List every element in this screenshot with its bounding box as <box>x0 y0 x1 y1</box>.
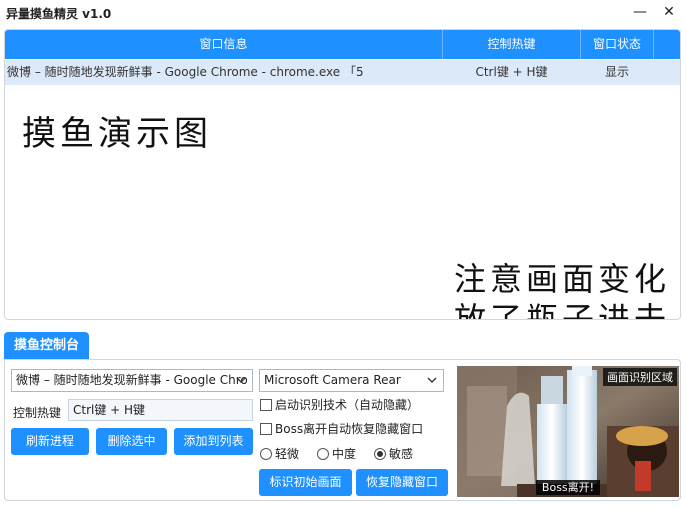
refresh-process-button[interactable]: 刷新进程 <box>11 428 89 455</box>
app-window: 异量摸鱼精灵 v1.0 — ✕ 窗口信息 控制热键 窗口状态 微博 – 随时随地… <box>0 0 686 507</box>
column-header-status[interactable]: 窗口状态 <box>581 30 653 59</box>
table-header: 窗口信息 控制热键 窗口状态 <box>5 30 680 59</box>
preview-area-label: 画面识别区域 <box>603 368 677 386</box>
sensitivity-radio-sensitive[interactable]: 敏感 <box>374 445 413 463</box>
demo-title: 摸鱼演示图 <box>22 114 212 154</box>
chevron-down-icon <box>234 370 248 391</box>
cell-window-info: 微博 – 随时随地发现新鲜事 - Google Chrome - chrome.… <box>7 65 364 79</box>
hotkey-label: 控制热键 <box>13 406 62 420</box>
sensitivity-light-label: 轻微 <box>275 447 300 461</box>
sensitivity-sensitive-label: 敏感 <box>389 447 414 461</box>
restore-hidden-window-button[interactable]: 恢复隐藏窗口 <box>356 469 448 496</box>
column-header-hotkey[interactable]: 控制热键 <box>443 30 580 59</box>
boss-leave-restore-checkbox[interactable]: Boss离开自动恢复隐藏窗口 <box>260 420 423 438</box>
close-button[interactable]: ✕ <box>658 2 680 22</box>
cell-status: 显示 <box>604 65 629 79</box>
demo-note-line-2: 放了瓶子进去 <box>453 300 670 320</box>
checkbox-box <box>260 423 272 435</box>
window-list-panel: 窗口信息 控制热键 窗口状态 微博 – 随时随地发现新鲜事 - Google C… <box>4 29 681 320</box>
radio-dot <box>317 448 329 460</box>
window-process-select-value: 微博 – 随时随地发现新鲜事 - Google Chro <box>16 373 248 387</box>
column-header-window-info[interactable]: 窗口信息 <box>5 30 442 59</box>
column-divider <box>653 30 654 59</box>
title-bar: 异量摸鱼精灵 v1.0 — ✕ <box>0 0 686 26</box>
radio-dot-selected <box>374 448 386 460</box>
table-row[interactable]: 微博 – 随时随地发现新鲜事 - Google Chrome - chrome.… <box>5 60 680 85</box>
camera-preview: 画面识别区域 Boss离开! <box>457 366 679 497</box>
cell-hotkey: Ctrl键 + H键 <box>475 65 548 79</box>
camera-select[interactable]: Microsoft Camera Rear <box>259 369 444 392</box>
minimize-button[interactable]: — <box>629 2 651 22</box>
preview-status: Boss离开! <box>457 479 679 495</box>
console-panel: 微博 – 随时随地发现新鲜事 - Google Chro 控制热键 Ctrl键 … <box>4 359 681 501</box>
boss-leave-restore-label: Boss离开自动恢复隐藏窗口 <box>275 422 424 436</box>
radio-dot <box>260 448 272 460</box>
sensitivity-radio-medium[interactable]: 中度 <box>317 445 356 463</box>
tab-console[interactable]: 摸鱼控制台 <box>4 332 89 360</box>
sensitivity-medium-label: 中度 <box>332 447 357 461</box>
chevron-down-icon <box>425 370 439 391</box>
window-title: 异量摸鱼精灵 v1.0 <box>6 7 112 21</box>
window-process-select[interactable]: 微博 – 随时随地发现新鲜事 - Google Chro <box>11 369 253 392</box>
hotkey-input[interactable]: Ctrl键 + H键 <box>68 399 253 421</box>
auto-detect-label: 启动识别技术（自动隐藏） <box>275 398 420 412</box>
auto-detect-checkbox[interactable]: 启动识别技术（自动隐藏） <box>260 396 419 414</box>
mark-initial-frame-button[interactable]: 标识初始画面 <box>259 469 352 496</box>
boss-status-text: Boss离开! <box>535 480 601 495</box>
camera-select-value: Microsoft Camera Rear <box>264 373 401 387</box>
checkbox-box <box>260 399 272 411</box>
add-to-list-button[interactable]: 添加到列表 <box>174 428 253 455</box>
delete-selected-button[interactable]: 删除选中 <box>96 428 167 455</box>
sensitivity-radio-light[interactable]: 轻微 <box>260 445 299 463</box>
